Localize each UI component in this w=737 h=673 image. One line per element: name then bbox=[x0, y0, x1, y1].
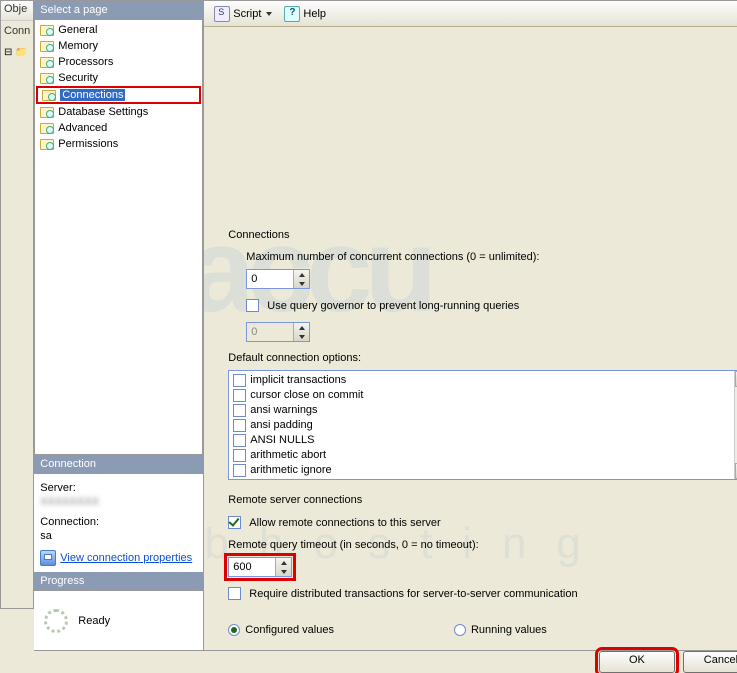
list-item[interactable]: ANSI NULLS bbox=[233, 433, 730, 448]
page-connections[interactable]: Connections bbox=[37, 87, 200, 103]
list-item[interactable]: ansi padding bbox=[233, 418, 730, 433]
list-item[interactable]: ansi warnings bbox=[233, 403, 730, 418]
page-icon bbox=[39, 121, 55, 135]
chevron-down-icon bbox=[266, 12, 272, 16]
option-checkbox[interactable] bbox=[233, 374, 246, 387]
option-checkbox[interactable] bbox=[233, 404, 246, 417]
list-item[interactable]: arithmetic ignore bbox=[233, 463, 730, 478]
spin-up-icon[interactable] bbox=[294, 270, 309, 279]
page-icon bbox=[39, 55, 55, 69]
default-options-listbox[interactable]: implicit transactions cursor close on co… bbox=[228, 370, 737, 480]
help-icon bbox=[284, 6, 300, 22]
spin-down-icon bbox=[294, 332, 309, 341]
connections-group-label: Connections bbox=[228, 229, 737, 241]
allow-remote-label: Allow remote connections to this server bbox=[249, 517, 440, 529]
remote-timeout-label: Remote query timeout (in seconds, 0 = no… bbox=[228, 539, 737, 551]
page-security[interactable]: Security bbox=[35, 70, 202, 86]
page-icon bbox=[39, 71, 55, 85]
page-general[interactable]: General bbox=[35, 22, 202, 38]
list-item[interactable]: arithmetic abort bbox=[233, 448, 730, 463]
max-connections-input[interactable] bbox=[246, 269, 310, 289]
object-explorer-connect[interactable]: Conn bbox=[1, 21, 33, 41]
max-connections-label: Maximum number of concurrent connections… bbox=[246, 251, 737, 263]
option-checkbox[interactable] bbox=[233, 419, 246, 432]
require-distributed-checkbox[interactable] bbox=[228, 587, 241, 600]
option-checkbox[interactable] bbox=[233, 464, 246, 477]
page-icon bbox=[41, 88, 57, 102]
connection-properties-icon bbox=[40, 550, 56, 566]
option-checkbox[interactable] bbox=[233, 449, 246, 462]
server-properties-dialog: Select a page General Memory Processors … bbox=[34, 1, 737, 608]
list-item[interactable]: implicit transactions bbox=[233, 373, 730, 388]
ok-button[interactable]: OK bbox=[599, 651, 675, 673]
cancel-button[interactable]: Cancel bbox=[683, 651, 737, 673]
spin-up-icon bbox=[294, 323, 309, 332]
progress-text: Ready bbox=[78, 615, 110, 627]
running-values-radio[interactable]: Running values bbox=[454, 624, 547, 636]
script-icon bbox=[214, 6, 230, 22]
connection-label: Connection: bbox=[40, 516, 197, 528]
page-icon bbox=[39, 105, 55, 119]
query-governor-checkbox[interactable] bbox=[246, 299, 259, 312]
select-page-header: Select a page bbox=[34, 1, 203, 19]
page-icon bbox=[39, 137, 55, 151]
option-checkbox[interactable] bbox=[233, 434, 246, 447]
page-advanced[interactable]: Advanced bbox=[35, 120, 202, 136]
server-value: XXXXXXXX bbox=[40, 496, 197, 508]
object-explorer-stub: Obje Conn ⊟ 📁 bbox=[1, 1, 34, 608]
spin-up-icon[interactable] bbox=[276, 558, 291, 567]
query-governor-input bbox=[246, 322, 310, 342]
server-label: Server: bbox=[40, 482, 197, 494]
page-icon bbox=[39, 23, 55, 37]
object-explorer-header: Obje bbox=[1, 1, 33, 21]
remote-timeout-input[interactable] bbox=[228, 557, 292, 577]
allow-remote-checkbox[interactable] bbox=[228, 516, 241, 529]
spin-down-icon[interactable] bbox=[294, 279, 309, 288]
toolbar: Script Help bbox=[204, 1, 737, 27]
progress-spinner-icon bbox=[44, 609, 68, 633]
default-options-label: Default connection options: bbox=[228, 352, 737, 364]
script-button[interactable]: Script bbox=[210, 4, 276, 24]
configured-values-radio[interactable]: Configured values bbox=[228, 624, 334, 636]
remote-group-label: Remote server connections bbox=[228, 494, 737, 506]
connection-header: Connection bbox=[34, 455, 203, 473]
progress-header: Progress bbox=[34, 572, 203, 590]
page-permissions[interactable]: Permissions bbox=[35, 136, 202, 152]
page-database-settings[interactable]: Database Settings bbox=[35, 104, 202, 120]
connection-value: sa bbox=[40, 530, 197, 542]
page-processors[interactable]: Processors bbox=[35, 54, 202, 70]
button-bar: OK Cancel bbox=[34, 650, 737, 673]
list-item[interactable]: cursor close on commit bbox=[233, 388, 730, 403]
view-connection-properties-link[interactable]: View connection properties bbox=[60, 552, 192, 564]
tree-collapse-icon[interactable]: ⊟ 📁 bbox=[4, 47, 30, 58]
help-button[interactable]: Help bbox=[280, 4, 330, 24]
query-governor-label: Use query governor to prevent long-runni… bbox=[267, 300, 519, 312]
page-memory[interactable]: Memory bbox=[35, 38, 202, 54]
require-distributed-label: Require distributed transactions for ser… bbox=[249, 588, 577, 600]
spin-down-icon[interactable] bbox=[276, 567, 291, 576]
page-icon bbox=[39, 39, 55, 53]
page-list: General Memory Processors Security Conne… bbox=[34, 19, 203, 455]
option-checkbox[interactable] bbox=[233, 389, 246, 402]
